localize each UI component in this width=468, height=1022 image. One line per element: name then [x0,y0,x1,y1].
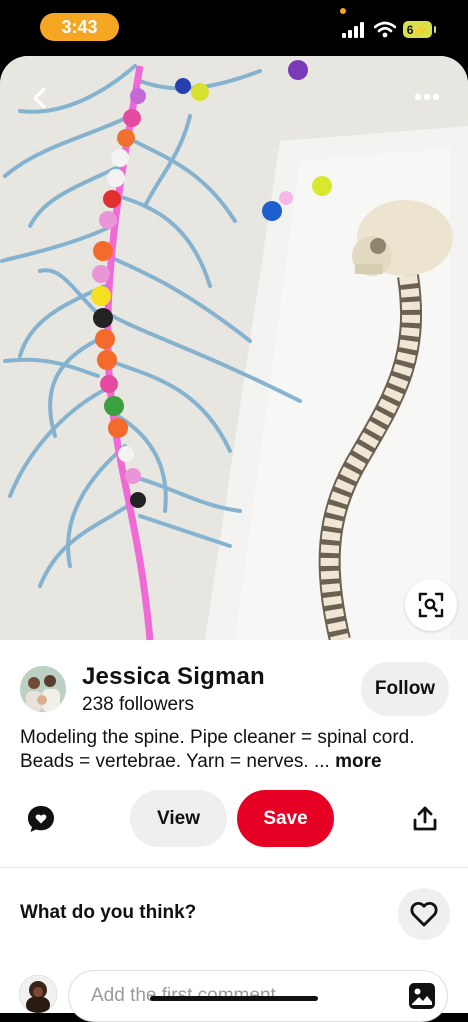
current-user-avatar-photo [19,975,57,1013]
image-icon[interactable] [408,982,436,1010]
back-button[interactable] [22,80,58,116]
view-button[interactable]: View [130,790,227,847]
more-horizontal-icon [414,93,440,101]
pin-description: Modeling the spine. Pipe cleaner = spina… [20,726,450,774]
share-button[interactable] [408,802,442,836]
react-heart-button[interactable] [398,888,450,940]
visual-search-button[interactable] [405,579,457,631]
status-time: 3:43 [40,13,119,41]
more-options-button[interactable] [406,82,448,112]
privacy-indicator-dot [340,8,346,14]
pin-image[interactable] [0,56,468,640]
wifi-icon [374,21,396,38]
home-indicator [150,996,318,1001]
spine-model-photo [0,56,468,640]
follower-count: 238 followers [82,694,194,715]
cellular-signal-icon [342,22,364,38]
share-icon [413,806,437,831]
comments-prompt: What do you think? [20,902,197,923]
follow-button[interactable]: Follow [361,662,449,716]
creator-name[interactable]: Jessica Sigman [82,663,265,691]
pin-details-sheet: Jessica Sigman 238 followers Follow Mode… [0,640,468,1022]
save-button[interactable]: Save [237,790,334,847]
creator-avatar-photo [20,666,66,712]
chevron-left-icon [33,87,46,109]
battery-indicator: 6⚡ [403,21,436,38]
status-bar: 3:43 6⚡ [0,0,468,56]
comments-button[interactable] [24,802,58,836]
section-divider [0,867,468,868]
description-more-link[interactable]: more [335,751,381,772]
current-user-avatar [19,975,57,1013]
heart-icon [410,901,438,927]
visual-search-icon [418,592,444,618]
creator-avatar[interactable] [20,666,66,712]
comment-bubble-icon [28,806,54,832]
